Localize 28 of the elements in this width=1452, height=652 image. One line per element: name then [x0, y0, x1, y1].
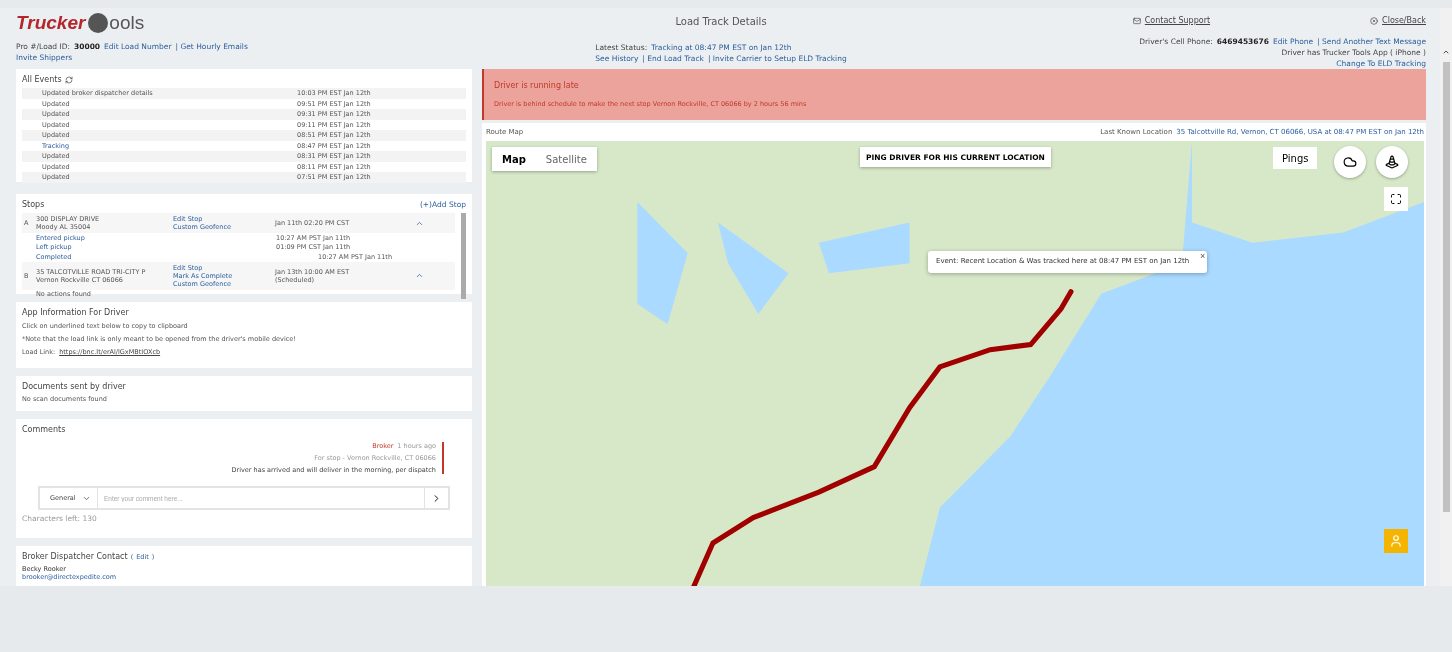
card-title: Documents sent by driver [22, 382, 126, 391]
page-title: Load Track Details [675, 16, 767, 27]
card-title: Broker Dispatcher Contact [22, 552, 128, 561]
pings-button[interactable]: Pings [1273, 147, 1318, 169]
fullscreen-icon [1390, 193, 1402, 205]
logo: Trucker ools [16, 12, 145, 34]
traffic-icon [1385, 155, 1399, 169]
fullscreen-button[interactable] [1384, 187, 1408, 211]
popup-close-button[interactable]: × [1200, 251, 1206, 261]
scroll-up-icon[interactable] [1442, 48, 1450, 56]
collapse-icon[interactable] [415, 271, 424, 280]
mail-icon [1132, 16, 1141, 25]
card-title: Comments [22, 425, 66, 434]
map-type-tab[interactable]: Satellite [535, 147, 597, 171]
close-icon [1370, 16, 1379, 25]
pegman-button[interactable] [1384, 529, 1408, 553]
refresh-icon[interactable] [64, 75, 73, 84]
contact-support-link[interactable]: Contact Support [1144, 16, 1211, 25]
close-back-link[interactable]: Close/Back [1382, 16, 1426, 25]
person-icon [1389, 534, 1403, 548]
scrollbar-thumb[interactable] [1442, 62, 1450, 512]
cloud-icon [1343, 155, 1357, 169]
alert-title: Driver is running late [494, 81, 580, 90]
card-title: App Information For Driver [22, 308, 129, 317]
card-title: Stops [22, 200, 45, 209]
card-title: All Events [22, 75, 62, 84]
scrollbar[interactable] [461, 213, 466, 299]
map-type-tab[interactable]: Map [492, 147, 536, 171]
